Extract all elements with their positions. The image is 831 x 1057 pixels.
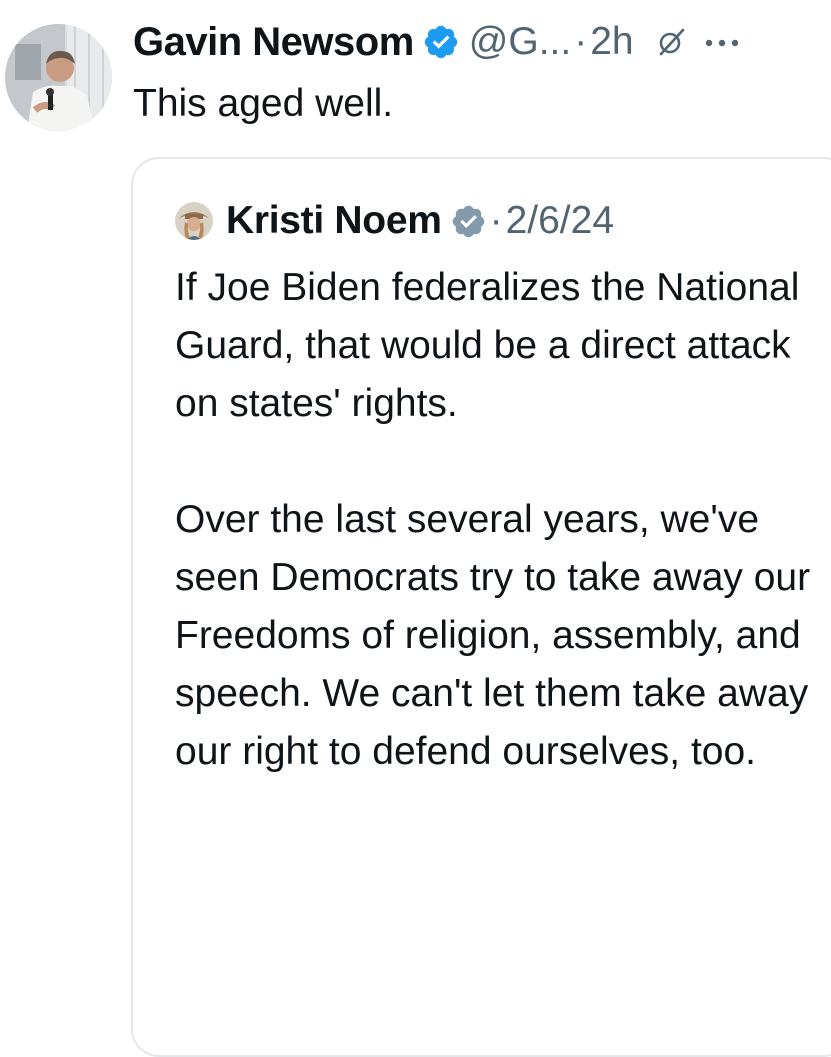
separator-dot: · bbox=[489, 199, 503, 242]
post-text: This aged well. bbox=[133, 82, 394, 125]
avatar-photo-icon bbox=[175, 202, 213, 240]
quoted-tweet-text: If Joe Biden federalizes the National Gu… bbox=[175, 259, 815, 781]
verified-badge-icon[interactable] bbox=[422, 23, 460, 61]
quoted-paragraph: Over the last several years, we've seen … bbox=[175, 498, 811, 773]
avatar-photo-icon bbox=[5, 24, 112, 131]
post-timestamp[interactable]: 2h bbox=[590, 20, 633, 64]
quoted-post-date[interactable]: 2/6/24 bbox=[506, 199, 614, 243]
verified-badge-icon[interactable] bbox=[450, 203, 487, 240]
quoted-tweet-header: Kristi Noem · 2/6/24 bbox=[175, 196, 614, 246]
author-name[interactable]: Gavin Newsom bbox=[133, 20, 414, 65]
author-avatar[interactable] bbox=[5, 24, 112, 131]
quoted-author-name[interactable]: Kristi Noem bbox=[226, 199, 442, 243]
tweet-header: Gavin Newsom @G... · 2h bbox=[133, 12, 740, 72]
separator-dot: · bbox=[574, 20, 588, 63]
quoted-tweet-card[interactable]: Kristi Noem · 2/6/24 If Joe Biden federa… bbox=[131, 157, 831, 1057]
more-options-icon[interactable] bbox=[704, 36, 740, 48]
grok-icon[interactable] bbox=[656, 27, 686, 57]
quoted-paragraph: If Joe Biden federalizes the National Gu… bbox=[175, 266, 800, 425]
author-handle[interactable]: @G... bbox=[469, 20, 571, 64]
quoted-author-avatar[interactable] bbox=[175, 202, 213, 240]
